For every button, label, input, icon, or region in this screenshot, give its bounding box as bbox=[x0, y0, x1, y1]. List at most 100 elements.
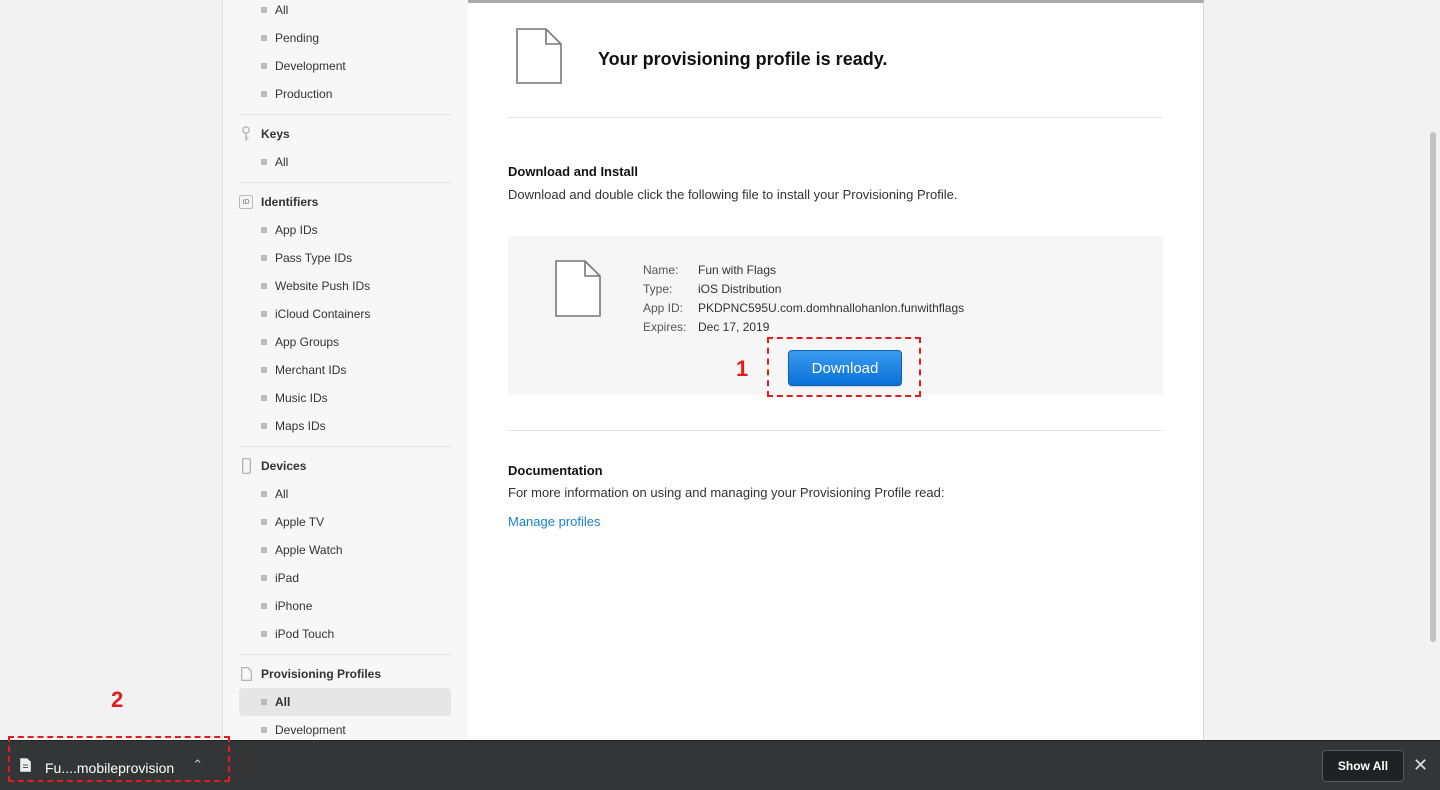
sidebar-item-label: Production bbox=[275, 87, 333, 101]
profile-name-label: Name: bbox=[643, 263, 679, 277]
sidebar-item-icloud-containers[interactable]: iCloud Containers bbox=[239, 300, 451, 328]
sidebar-item-label: Music IDs bbox=[275, 391, 328, 405]
bullet-icon bbox=[261, 35, 267, 41]
sidebar: All Pending Development Production Keys … bbox=[222, 0, 469, 740]
profile-file-icon bbox=[555, 260, 601, 322]
bullet-icon bbox=[261, 91, 267, 97]
bullet-icon bbox=[261, 395, 267, 401]
sidebar-item-label: Maps IDs bbox=[275, 419, 326, 433]
sidebar-item-iphone[interactable]: iPhone bbox=[239, 592, 451, 620]
annotation-number-1: 1 bbox=[736, 356, 749, 381]
bullet-icon bbox=[261, 63, 267, 69]
sidebar-item-label: All bbox=[275, 487, 289, 501]
sidebar-heading-keys[interactable]: Keys bbox=[239, 120, 451, 148]
sidebar-item-profiles-development[interactable]: Development bbox=[239, 716, 451, 740]
profile-type-value: iOS Distribution bbox=[698, 282, 782, 296]
key-icon bbox=[239, 126, 253, 142]
download-install-heading: Download and Install bbox=[508, 164, 639, 179]
document-icon bbox=[239, 666, 253, 682]
page-title: Your provisioning profile is ready. bbox=[598, 49, 888, 69]
profile-expires-value: Dec 17, 2019 bbox=[698, 320, 770, 334]
scrollbar-thumb[interactable] bbox=[1430, 132, 1436, 642]
sidebar-item-label: All bbox=[275, 695, 291, 709]
id-icon: ID bbox=[239, 195, 253, 209]
divider bbox=[239, 446, 451, 447]
divider bbox=[508, 117, 1163, 118]
bullet-icon bbox=[261, 575, 267, 581]
divider bbox=[239, 114, 451, 115]
sidebar-item-ipod-touch[interactable]: iPod Touch bbox=[239, 620, 451, 648]
sidebar-item-ipad[interactable]: iPad bbox=[239, 564, 451, 592]
sidebar-item-keys-all[interactable]: All bbox=[239, 148, 451, 176]
sidebar-heading-provisioning-profiles[interactable]: Provisioning Profiles bbox=[239, 660, 451, 688]
downloads-bar: Fu....mobileprovision ⌃ Show All ✕ bbox=[0, 736, 1440, 790]
sidebar-item-merchant-ids[interactable]: Merchant IDs bbox=[239, 356, 451, 384]
profile-document-icon bbox=[516, 28, 562, 84]
show-all-button[interactable]: Show All bbox=[1322, 750, 1404, 782]
sidebar-item-label: iPad bbox=[275, 571, 300, 585]
bullet-icon bbox=[261, 491, 267, 497]
profile-name-value: Fun with Flags bbox=[698, 263, 777, 277]
sidebar-item-label: Apple TV bbox=[275, 515, 325, 529]
bullet-icon bbox=[261, 283, 267, 289]
sidebar-item-label: iCloud Containers bbox=[275, 307, 371, 321]
bullet-icon bbox=[261, 255, 267, 261]
bullet-icon bbox=[261, 227, 267, 233]
sidebar-item-pass-type-ids[interactable]: Pass Type IDs bbox=[239, 244, 451, 272]
bullet-icon bbox=[261, 547, 267, 553]
profile-expires-row: Expires: Dec 17, 2019 bbox=[643, 320, 769, 334]
sidebar-item-certificates-production[interactable]: Production bbox=[239, 80, 451, 108]
documentation-heading: Documentation bbox=[508, 463, 603, 478]
devices-group: Devices All Apple TV Apple Watch iPad iP… bbox=[239, 452, 451, 661]
sidebar-item-apple-watch[interactable]: Apple Watch bbox=[239, 536, 451, 564]
sidebar-heading-label: Devices bbox=[261, 459, 307, 473]
sidebar-item-certificates-all[interactable]: All bbox=[239, 0, 451, 24]
bullet-icon bbox=[261, 367, 267, 373]
sidebar-item-label: iPod Touch bbox=[275, 627, 335, 641]
main-content: Your provisioning profile is ready. Down… bbox=[468, 0, 1204, 743]
keys-group: Keys All bbox=[239, 120, 451, 189]
sidebar-item-app-ids[interactable]: App IDs bbox=[239, 216, 451, 244]
sidebar-item-label: Development bbox=[275, 59, 346, 73]
sidebar-item-label: Pending bbox=[275, 31, 320, 45]
certificates-group: All Pending Development Production bbox=[239, 0, 451, 121]
sidebar-heading-devices[interactable]: Devices bbox=[239, 452, 451, 480]
sidebar-item-maps-ids[interactable]: Maps IDs bbox=[239, 412, 451, 440]
bullet-icon bbox=[261, 699, 267, 705]
sidebar-item-label: App Groups bbox=[275, 335, 340, 349]
sidebar-heading-label: Keys bbox=[261, 127, 290, 141]
sidebar-item-music-ids[interactable]: Music IDs bbox=[239, 384, 451, 412]
download-install-text: Download and double click the following … bbox=[508, 187, 958, 202]
sidebar-item-label: Apple Watch bbox=[275, 543, 343, 557]
sidebar-item-app-groups[interactable]: App Groups bbox=[239, 328, 451, 356]
sidebar-heading-label: Identifiers bbox=[261, 195, 319, 209]
manage-profiles-link[interactable]: Manage profiles bbox=[508, 514, 601, 529]
divider bbox=[239, 182, 451, 183]
sidebar-item-devices-all[interactable]: All bbox=[239, 480, 451, 508]
bullet-icon bbox=[261, 339, 267, 345]
sidebar-item-label: All bbox=[275, 155, 289, 169]
sidebar-item-certificates-development[interactable]: Development bbox=[239, 52, 451, 80]
annotation-box-2 bbox=[8, 736, 230, 782]
profile-type-label: Type: bbox=[643, 282, 673, 296]
bullet-icon bbox=[261, 7, 267, 13]
bullet-icon bbox=[261, 519, 267, 525]
sidebar-item-label: Website Push IDs bbox=[275, 279, 371, 293]
sidebar-item-label: iPhone bbox=[275, 599, 313, 613]
sidebar-item-profiles-all[interactable]: All bbox=[239, 688, 451, 716]
annotation-number-2: 2 bbox=[111, 687, 124, 712]
close-icon[interactable]: ✕ bbox=[1413, 755, 1428, 776]
profile-appid-row: App ID: PKDPNC595U.com.domhnallohanlon.fu… bbox=[643, 301, 964, 315]
sidebar-item-certificates-pending[interactable]: Pending bbox=[239, 24, 451, 52]
sidebar-heading-label: Provisioning Profiles bbox=[261, 667, 382, 681]
bullet-icon bbox=[261, 311, 267, 317]
sidebar-item-website-push-ids[interactable]: Website Push IDs bbox=[239, 272, 451, 300]
sidebar-item-label: Pass Type IDs bbox=[275, 251, 353, 265]
profile-appid-value: PKDPNC595U.com.domhnallohanlon.funwithfl… bbox=[698, 301, 965, 315]
sidebar-item-apple-tv[interactable]: Apple TV bbox=[239, 508, 451, 536]
sidebar-heading-identifiers[interactable]: ID Identifiers bbox=[239, 188, 451, 216]
profile-appid-label: App ID: bbox=[643, 301, 684, 315]
bullet-icon bbox=[261, 603, 267, 609]
sidebar-item-label: App IDs bbox=[275, 223, 318, 237]
bullet-icon bbox=[261, 631, 267, 637]
